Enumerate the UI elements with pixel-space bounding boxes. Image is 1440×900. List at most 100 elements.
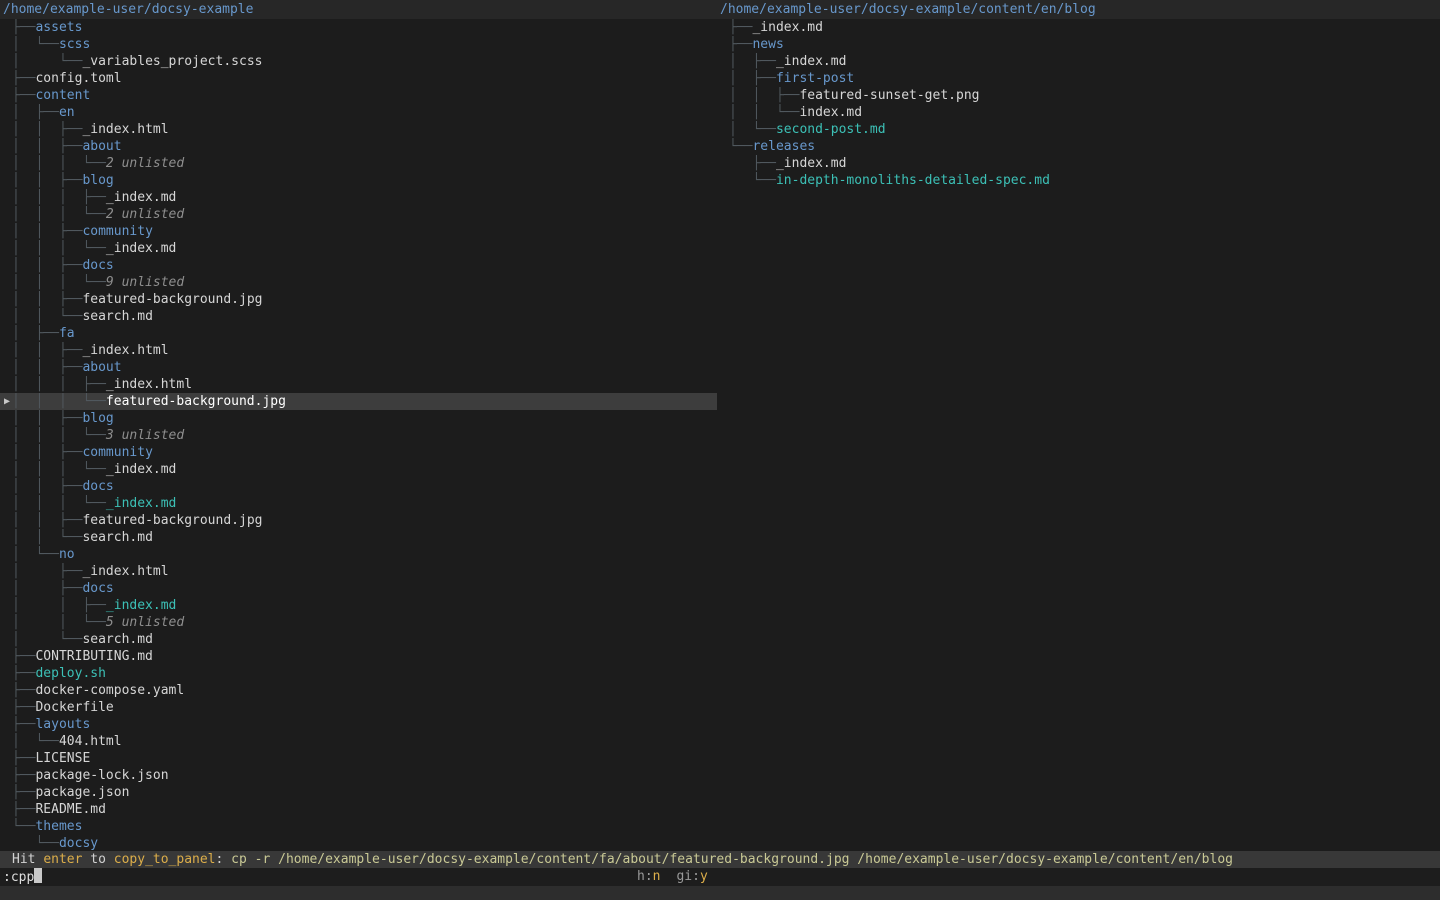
tree-row[interactable]: │ │ │ └──_index.md [0,240,717,257]
tree-row[interactable]: │ │ │ └──2 unlisted [0,155,717,172]
node-name: fa [59,326,75,341]
tree-row[interactable]: └──in-depth-monoliths-detailed-spec.md [717,172,1440,189]
tree-row[interactable]: ├──content [0,87,717,104]
command-input-value[interactable]: :cpp [0,870,34,885]
tree-row[interactable]: │ │ │ └──9 unlisted [0,274,717,291]
tree-row[interactable]: ├──_index.md [717,155,1440,172]
tree-row[interactable]: ├──package-lock.json [0,767,717,784]
tree-row[interactable]: │ │ ├──blog [0,410,717,427]
tree-branch: ├── [12,717,35,732]
tree-row[interactable]: └──docsy [0,835,717,852]
node-name: _index.md [106,598,176,613]
tree-row[interactable]: ├──assets [0,19,717,36]
tree-row[interactable]: │ │ └──index.md [717,104,1440,121]
tree-row[interactable]: ├──news [717,36,1440,53]
tree-row[interactable]: │ └──404.html [0,733,717,750]
tree-branch: ├── [12,88,35,103]
command-input-bar[interactable]: :cpp h:ngi:y [0,868,1440,886]
tree-row[interactable]: └──releases [717,138,1440,155]
tree-row[interactable]: ├──config.toml [0,70,717,87]
tree-branch: │ └── [12,632,82,647]
tree-row[interactable]: │ │ └──5 unlisted [0,614,717,631]
status-to: to [82,852,113,867]
tree-row[interactable]: │ ├──_index.html [0,563,717,580]
tree-branch: │ └── [12,37,59,52]
tree-row[interactable]: ├──Dockerfile [0,699,717,716]
tree-row[interactable]: │ │ ├──_index.md [0,597,717,614]
node-name: _index.html [82,122,168,137]
tree-row[interactable]: │ │ ├──docs [0,478,717,495]
node-name: package.json [35,785,129,800]
tree-branch: │ │ ├── [12,258,82,273]
node-name: _index.html [82,564,168,579]
tree-row[interactable]: │ │ ├──blog [0,172,717,189]
tree-row[interactable]: │ └──scss [0,36,717,53]
node-name: _index.md [776,156,846,171]
node-name: package-lock.json [35,768,168,783]
tree-branch: └── [12,836,59,851]
tree-branch: │ │ │ └── [12,241,106,256]
tree-row[interactable]: │ │ │ └──2 unlisted [0,206,717,223]
tree-row[interactable]: │ └──_variables_project.scss [0,53,717,70]
tree-row[interactable]: │ │ │ ├──_index.md [0,189,717,206]
tree-branch: │ ├── [12,581,82,596]
tree-row[interactable]: │ │ ├──docs [0,257,717,274]
tree-row[interactable]: │ │ │ ├──_index.html [0,376,717,393]
tree-row[interactable]: ├──deploy.sh [0,665,717,682]
tree-row[interactable]: │ │ ├──community [0,444,717,461]
tree-row[interactable]: │ │ │ └──_index.md [0,461,717,478]
flag-hidden: h:n [637,869,660,884]
tree-branch: │ │ ├── [12,224,82,239]
tree-branch: ├── [729,37,752,52]
node-name: in-depth-monoliths-detailed-spec.md [776,173,1050,188]
tree-branch: │ │ │ └── [12,428,106,443]
tree-row[interactable]: ├──CONTRIBUTING.md [0,648,717,665]
tree-row[interactable]: │ │ └──search.md [0,308,717,325]
tree-branch: ├── [12,649,35,664]
tree-row[interactable]: │ │ │ └──_index.md [0,495,717,512]
left-panel: /home/example-user/docsy-example ├──asse… [0,0,717,852]
node-name: Dockerfile [35,700,113,715]
tree-branch: └── [729,139,752,154]
tree-row[interactable]: │ │ ├──about [0,359,717,376]
node-name: featured-sunset-get.png [799,88,979,103]
tree-row[interactable]: │ │ ├──featured-sunset-get.png [717,87,1440,104]
tree-branch: ├── [729,156,776,171]
status-colon: : [216,852,232,867]
status-command: cp -r /home/example-user/docsy-example/c… [231,852,1233,867]
tree-row[interactable]: │ │ ├──_index.html [0,121,717,138]
mode-flags: h:ngi:y [637,868,708,886]
tree-branch: │ └── [12,547,59,562]
tree-row[interactable]: ├──LICENSE [0,750,717,767]
tree-row[interactable]: ├──_index.md [717,19,1440,36]
tree-row[interactable]: │ ├──en [0,104,717,121]
tree-row[interactable]: │ │ │ └──3 unlisted [0,427,717,444]
tree-branch: │ ├── [729,71,776,86]
node-name: search.md [82,309,152,324]
tree-row[interactable]: ├──README.md [0,801,717,818]
tree-row[interactable]: ├──layouts [0,716,717,733]
tree-row[interactable]: │ │ ├──featured-background.jpg [0,512,717,529]
tree-branch: │ │ │ ├── [12,190,106,205]
tree-row[interactable]: │ │ ├──about [0,138,717,155]
node-name: about [82,139,121,154]
tree-row[interactable]: │ ├──_index.md [717,53,1440,70]
tree-row[interactable]: │ │ ├──_index.html [0,342,717,359]
tree-row[interactable]: ▶│ │ │ └──featured-background.jpg [0,393,717,410]
tree-row[interactable]: │ ├──first-post [717,70,1440,87]
tree-row[interactable]: │ │ ├──community [0,223,717,240]
tree-row[interactable]: │ └──search.md [0,631,717,648]
tree-row[interactable]: ├──docker-compose.yaml [0,682,717,699]
tree-row[interactable]: └──themes [0,818,717,835]
tree-row[interactable]: │ ├──docs [0,580,717,597]
tree-row[interactable]: │ │ └──search.md [0,529,717,546]
tree-row[interactable]: │ └──no [0,546,717,563]
tree-row[interactable]: │ ├──fa [0,325,717,342]
tree-row[interactable]: │ │ ├──featured-background.jpg [0,291,717,308]
tree-branch: ├── [12,768,35,783]
node-name: en [59,105,75,120]
unlisted-count: 9 unlisted [106,275,184,290]
tree-branch: ├── [12,20,35,35]
tree-row[interactable]: ├──package.json [0,784,717,801]
tree-row[interactable]: │ └──second-post.md [717,121,1440,138]
